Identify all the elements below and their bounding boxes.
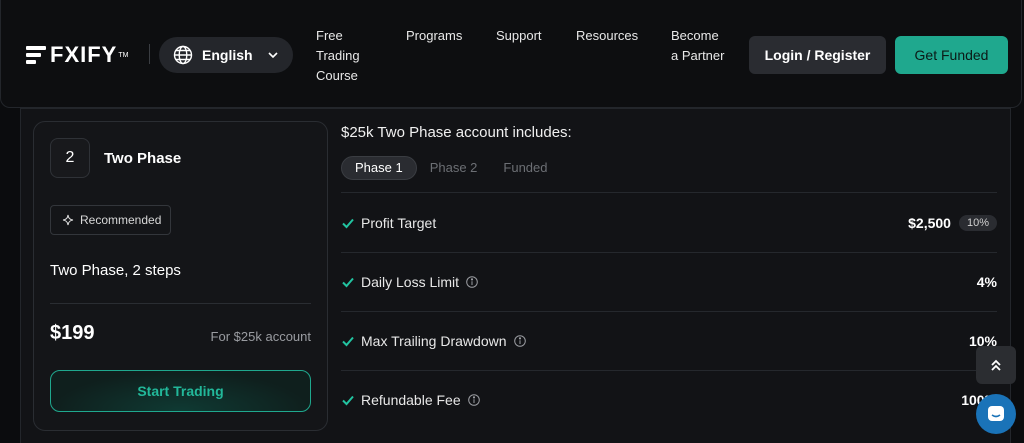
detail-row-daily-loss-limit: Daily Loss Limit 4% bbox=[341, 272, 997, 292]
step-number-badge: 2 bbox=[50, 138, 90, 178]
detail-value: $2,500 bbox=[908, 215, 951, 231]
row-divider bbox=[341, 311, 997, 312]
percent-badge: 10% bbox=[958, 215, 997, 231]
chat-widget-button[interactable] bbox=[976, 394, 1016, 434]
detail-label: Daily Loss Limit bbox=[361, 274, 460, 290]
nav-label-line: Resources bbox=[576, 28, 639, 43]
card-divider bbox=[50, 303, 311, 304]
nav-become-partner[interactable]: Become a Partner bbox=[671, 26, 724, 66]
login-register-button[interactable]: Login / Register bbox=[749, 36, 886, 74]
program-subtitle: Two Phase, 2 steps bbox=[50, 262, 181, 279]
header-divider bbox=[149, 44, 150, 64]
detail-value: 4% bbox=[976, 274, 997, 290]
check-icon bbox=[342, 218, 354, 229]
recommended-badge: Recommended bbox=[50, 205, 171, 235]
chevron-down-icon bbox=[268, 52, 278, 59]
nav-label-line: Support bbox=[496, 28, 542, 43]
detail-label: Profit Target bbox=[361, 215, 437, 231]
check-icon bbox=[342, 336, 354, 347]
program-title: Two Phase bbox=[104, 150, 182, 167]
detail-label: Max Trailing Drawdown bbox=[361, 333, 507, 349]
scroll-to-top-button[interactable] bbox=[976, 346, 1016, 384]
nav-resources[interactable]: Resources bbox=[576, 26, 638, 46]
row-divider bbox=[341, 252, 997, 253]
sparkle-icon bbox=[62, 214, 74, 226]
program-price: $199 bbox=[50, 322, 95, 344]
info-icon[interactable] bbox=[466, 276, 478, 288]
check-icon bbox=[342, 395, 354, 406]
nav-label-line: Become bbox=[671, 28, 719, 43]
check-icon bbox=[342, 277, 354, 288]
double-chevron-up-icon bbox=[991, 359, 1001, 371]
nav-label-line: Free bbox=[316, 28, 343, 43]
nav-programs[interactable]: Programs bbox=[406, 26, 462, 46]
start-trading-button[interactable]: Start Trading bbox=[50, 370, 311, 412]
logo-mark-icon bbox=[26, 44, 46, 66]
info-icon[interactable] bbox=[467, 394, 480, 406]
chat-icon bbox=[988, 406, 1004, 421]
logo-text: FXIFY bbox=[50, 42, 118, 67]
row-divider bbox=[341, 192, 997, 193]
tab-phase-2[interactable]: Phase 2 bbox=[417, 156, 491, 180]
language-selector[interactable]: English bbox=[159, 37, 293, 73]
detail-row-max-trailing-drawdown: Max Trailing Drawdown 10% bbox=[341, 331, 997, 351]
row-divider bbox=[341, 370, 997, 371]
tab-phase-1[interactable]: Phase 1 bbox=[341, 156, 417, 180]
nav-label-line: a Partner bbox=[671, 48, 725, 63]
nav-support[interactable]: Support bbox=[496, 26, 542, 46]
nav-label-line: Course bbox=[316, 68, 358, 83]
detail-label: Refundable Fee bbox=[361, 392, 461, 408]
tab-funded[interactable]: Funded bbox=[490, 156, 560, 180]
logo-trademark: TM bbox=[118, 51, 129, 59]
nav-label-line: Trading bbox=[316, 48, 360, 63]
language-label: English bbox=[202, 47, 253, 63]
get-funded-button[interactable]: Get Funded bbox=[895, 36, 1008, 74]
globe-icon bbox=[173, 45, 193, 65]
nav-free-trading-course[interactable]: Free Trading Course bbox=[316, 26, 360, 86]
details-title: $25k Two Phase account includes: bbox=[341, 124, 572, 141]
site-header: FXIFY TM English Free Trading Course Pro… bbox=[0, 0, 1022, 108]
nav-label-line: Programs bbox=[406, 28, 463, 43]
detail-row-refundable-fee: Refundable Fee 100% bbox=[341, 390, 997, 410]
fxify-logo[interactable]: FXIFY TM bbox=[26, 42, 128, 68]
price-note: For $25k account bbox=[210, 329, 311, 344]
phase-tabs: Phase 1 Phase 2 Funded bbox=[341, 156, 561, 180]
detail-row-profit-target: Profit Target $2,500 10% bbox=[341, 213, 997, 233]
recommended-label: Recommended bbox=[80, 213, 162, 227]
info-icon[interactable] bbox=[513, 335, 526, 347]
